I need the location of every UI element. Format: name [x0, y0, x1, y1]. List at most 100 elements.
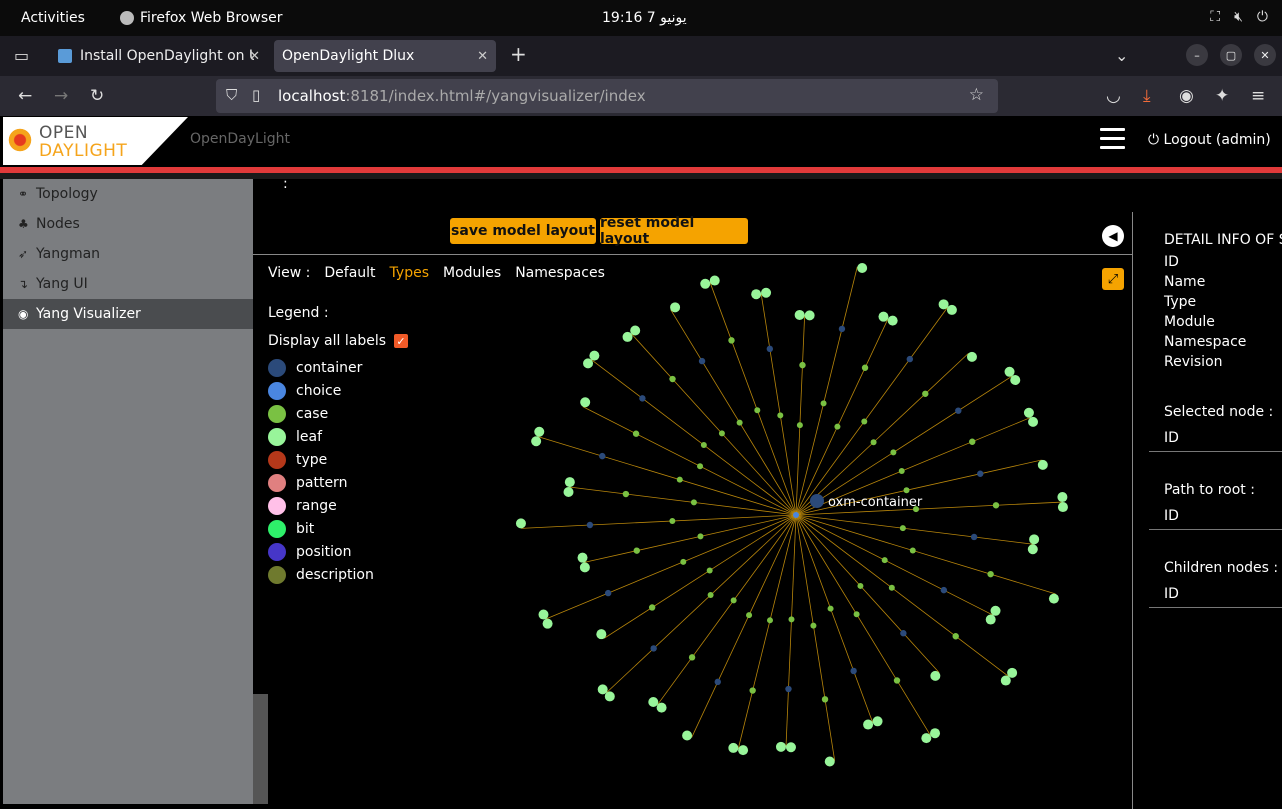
sidebar-item-yang-ui[interactable]: ↴ Yang UI — [3, 269, 253, 299]
graph-node[interactable] — [766, 345, 774, 353]
graph-node[interactable] — [632, 430, 640, 437]
graph-node-leaf[interactable] — [930, 728, 941, 739]
graph-node-case[interactable] — [697, 463, 704, 470]
graph-node-case[interactable] — [903, 487, 910, 494]
display-all-labels-checkbox[interactable]: ✓ — [394, 334, 409, 348]
graph-node-case[interactable] — [834, 423, 841, 430]
graph-node-leaf[interactable] — [682, 730, 693, 741]
graph-node-leaf[interactable] — [656, 702, 667, 713]
graph-node-leaf[interactable] — [597, 684, 608, 695]
graph-node-leaf[interactable] — [577, 552, 588, 563]
graph-node[interactable] — [688, 654, 696, 661]
graph-node-leaf[interactable] — [1029, 534, 1040, 545]
graph-node[interactable] — [861, 364, 869, 371]
graph-node-leaf[interactable] — [1004, 366, 1015, 377]
graph-node-leaf[interactable] — [1048, 593, 1059, 604]
graph-node[interactable] — [599, 452, 606, 460]
graph-node-leaf[interactable] — [589, 350, 600, 361]
graph-node-leaf[interactable] — [1000, 675, 1011, 686]
graph-node-leaf[interactable] — [930, 670, 941, 681]
graph-node-case[interactable] — [788, 616, 795, 623]
graph-node-leaf[interactable] — [630, 325, 641, 336]
graph-node-leaf[interactable] — [738, 745, 749, 756]
graph-node-case[interactable] — [898, 468, 905, 475]
graph-node-leaf[interactable] — [563, 486, 574, 497]
reload-icon[interactable]: ↻ — [90, 86, 104, 106]
graph-node-case[interactable] — [730, 597, 737, 604]
graph-node-leaf[interactable] — [1057, 502, 1068, 513]
graph-node-leaf[interactable] — [1057, 492, 1068, 503]
graph-node-case[interactable] — [888, 584, 895, 591]
menu-icon[interactable]: ≡ — [1251, 86, 1265, 106]
graph-node[interactable] — [648, 604, 656, 611]
graph-node-leaf[interactable] — [700, 278, 711, 289]
clock[interactable]: 19:16 7 يونيو — [602, 10, 687, 26]
graph-node[interactable] — [604, 589, 612, 597]
graph-node[interactable] — [900, 630, 907, 637]
graph-node-leaf[interactable] — [1010, 375, 1021, 386]
download-icon[interactable]: ⤓ — [1143, 86, 1151, 106]
save-model-layout-button[interactable]: save model layout — [450, 218, 596, 244]
graph-node[interactable] — [955, 407, 962, 414]
graph-node-leaf[interactable] — [580, 397, 591, 408]
system-tray[interactable]: ⛶ 🔇︎ ⏻ — [1210, 9, 1268, 25]
graph-node-leaf[interactable] — [728, 742, 739, 753]
view-namespaces[interactable]: Namespaces — [515, 265, 605, 281]
graph-node-oxm-container[interactable] — [810, 494, 824, 508]
graph-node[interactable] — [799, 361, 806, 369]
graph-node[interactable] — [586, 521, 594, 529]
graph-node[interactable] — [952, 633, 959, 640]
graph-node-case[interactable] — [669, 518, 676, 525]
graph-node-leaf[interactable] — [990, 605, 1001, 616]
graph-node-case[interactable] — [777, 412, 784, 419]
graph-node-leaf[interactable] — [604, 691, 615, 702]
graph-node[interactable] — [785, 685, 792, 693]
graph-node-leaf[interactable] — [857, 262, 868, 273]
graph-node-leaf[interactable] — [583, 358, 594, 369]
page-info-icon[interactable]: ▯ — [252, 86, 260, 104]
graph-node-case[interactable] — [909, 547, 916, 554]
graph-node-case[interactable] — [736, 419, 743, 426]
graph-node[interactable] — [622, 490, 630, 498]
bookmark-star-icon[interactable]: ☆ — [969, 85, 984, 105]
reset-model-layout-button[interactable]: reset model layout — [600, 215, 748, 247]
graph-node-leaf[interactable] — [938, 299, 949, 310]
graph-node[interactable] — [969, 438, 976, 445]
graph-node[interactable] — [922, 390, 929, 397]
graph-node[interactable] — [650, 645, 657, 652]
graph-node-leaf[interactable] — [761, 287, 772, 298]
view-modules[interactable]: Modules — [443, 265, 501, 281]
graph-node-leaf[interactable] — [1027, 544, 1038, 555]
graph-node-leaf[interactable] — [946, 304, 957, 315]
graph-node[interactable] — [992, 502, 1000, 509]
graph-node-case[interactable] — [680, 558, 687, 565]
graph-node-case[interactable] — [861, 418, 868, 425]
graph-node-leaf[interactable] — [1037, 459, 1048, 470]
graph-node-leaf[interactable] — [872, 716, 883, 727]
close-tab-icon[interactable]: ✕ — [249, 49, 260, 64]
url-text[interactable]: localhost:8181/index.html#/yangvisualize… — [278, 87, 646, 105]
url-bar[interactable]: ⛉ ▯ localhost:8181/index.html#/yangvisua… — [216, 79, 998, 113]
graph-node-leaf[interactable] — [579, 562, 590, 573]
graph-node[interactable] — [749, 687, 756, 694]
sidebar-item-topology[interactable]: ⚭ Topology — [3, 179, 253, 209]
graph-node-case[interactable] — [746, 612, 753, 619]
graph-node-leaf[interactable] — [709, 275, 720, 286]
graph-node-case[interactable] — [899, 525, 906, 532]
app-menu[interactable]: Firefox Web Browser — [120, 10, 283, 26]
graph-node-leaf[interactable] — [564, 477, 575, 488]
graph-node-leaf[interactable] — [878, 311, 889, 322]
graph-node[interactable] — [893, 677, 901, 684]
graph-node[interactable] — [669, 375, 676, 383]
graph-node-leaf[interactable] — [515, 518, 526, 529]
graph-node-case[interactable] — [766, 617, 773, 624]
graph-node-leaf[interactable] — [966, 351, 977, 362]
expand-graph-icon[interactable]: ⤢ — [1102, 268, 1124, 290]
graph-node-case[interactable] — [853, 611, 860, 618]
graph-node-case[interactable] — [820, 400, 827, 407]
graph-node-leaf[interactable] — [887, 315, 898, 326]
graph-node[interactable] — [728, 337, 735, 344]
graph-node-leaf[interactable] — [534, 426, 545, 437]
graph-node[interactable] — [639, 395, 646, 402]
logout-button[interactable]: ⏻ Logout (admin) — [1148, 132, 1271, 148]
